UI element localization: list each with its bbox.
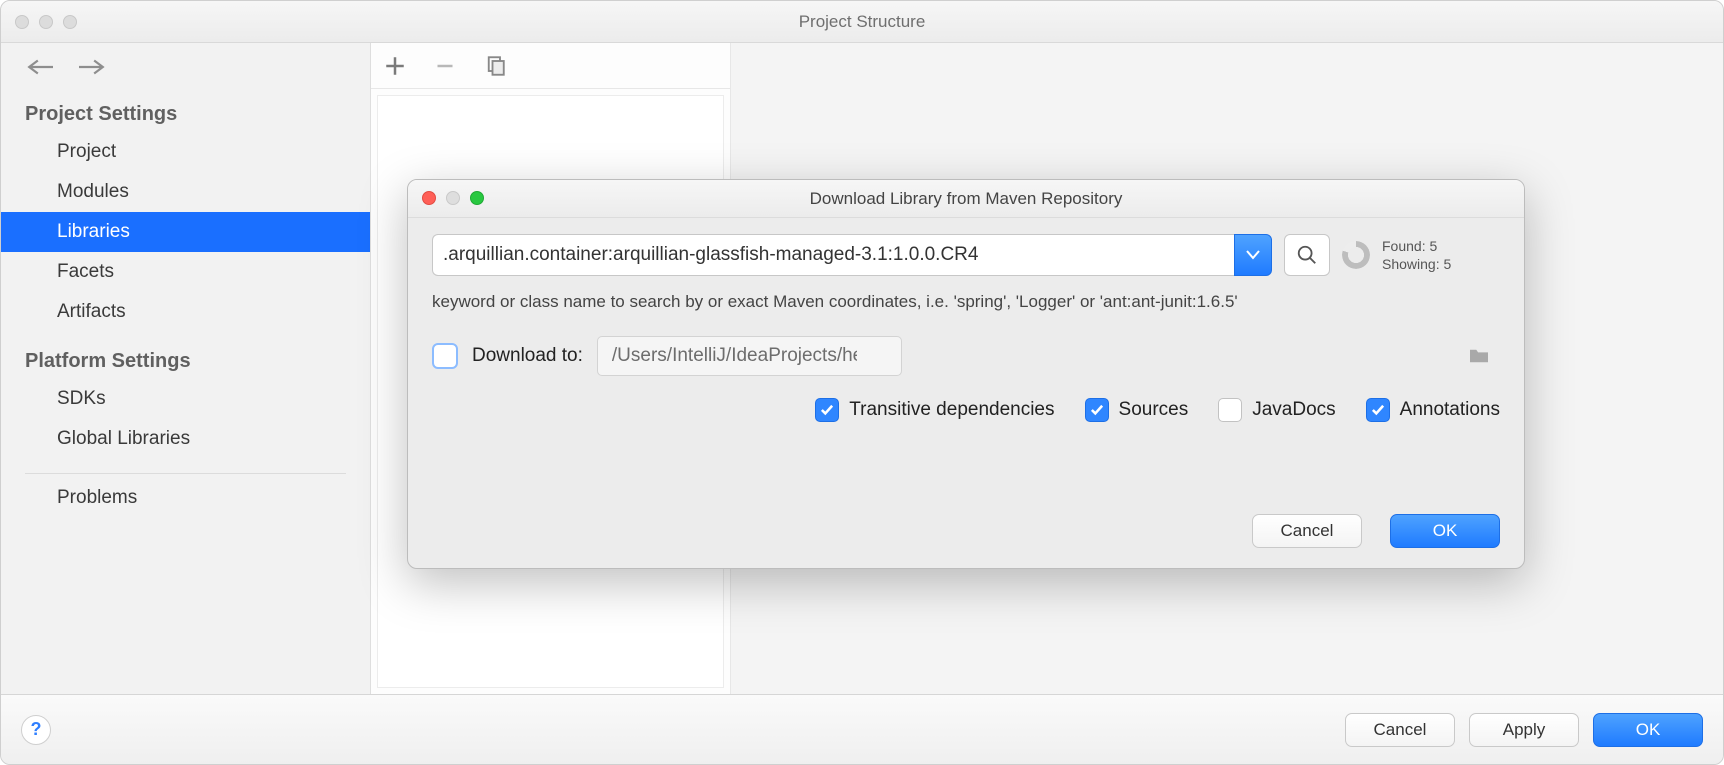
main-apply-button[interactable]: Apply (1469, 713, 1579, 747)
close-dot[interactable] (15, 15, 29, 29)
modal-traffic-lights (422, 191, 484, 205)
showing-value: 5 (1443, 256, 1451, 272)
modal-close-dot[interactable] (422, 191, 436, 205)
maven-search-input[interactable] (432, 234, 1234, 276)
group-header-platform-settings: Platform Settings (1, 332, 370, 379)
javadocs-checkbox[interactable] (1218, 398, 1242, 422)
download-path-input (597, 336, 902, 376)
sources-checkbox[interactable] (1085, 398, 1109, 422)
sidebar-item-libraries[interactable]: Libraries (1, 212, 370, 252)
sidebar-item-modules[interactable]: Modules (1, 172, 370, 212)
main-titlebar: Project Structure (1, 1, 1723, 43)
sidebar-item-facets[interactable]: Facets (1, 252, 370, 292)
remove-library-button[interactable] (435, 56, 455, 76)
sidebar-item-global-libraries[interactable]: Global Libraries (1, 419, 370, 459)
main-ok-button[interactable]: OK (1593, 713, 1703, 747)
minimize-dot[interactable] (39, 15, 53, 29)
sidebar-item-artifacts[interactable]: Artifacts (1, 292, 370, 332)
project-structure-window: Project Structure Project Settings Proje… (0, 0, 1724, 765)
transitive-label: Transitive dependencies (849, 399, 1054, 421)
found-label: Found: (1382, 238, 1426, 254)
sidebar-item-project[interactable]: Project (1, 132, 370, 172)
loading-spinner-icon (1342, 241, 1370, 269)
modal-ok-button[interactable]: OK (1390, 514, 1500, 548)
showing-label: Showing: (1382, 256, 1440, 272)
modal-titlebar: Download Library from Maven Repository (408, 180, 1524, 218)
modal-minimize-dot[interactable] (446, 191, 460, 205)
sidebar-item-problems[interactable]: Problems (1, 478, 370, 518)
sidebar: Project Settings Project Modules Librari… (1, 43, 371, 694)
sources-label: Sources (1119, 399, 1189, 421)
found-value: 5 (1429, 238, 1437, 254)
download-to-checkbox[interactable] (432, 343, 458, 369)
copy-library-button[interactable] (485, 56, 505, 76)
main-window-title: Project Structure (799, 12, 926, 32)
search-button[interactable] (1284, 234, 1330, 276)
sidebar-item-sdks[interactable]: SDKs (1, 379, 370, 419)
annotations-checkbox[interactable] (1366, 398, 1390, 422)
modal-title: Download Library from Maven Repository (810, 189, 1123, 209)
search-combo (432, 234, 1272, 276)
download-library-dialog: Download Library from Maven Repository F… (407, 179, 1525, 569)
annotations-label: Annotations (1400, 399, 1500, 421)
result-counts: Found: 5 Showing: 5 (1382, 237, 1451, 273)
javadocs-label: JavaDocs (1252, 399, 1335, 421)
transitive-checkbox[interactable] (815, 398, 839, 422)
main-footer: ? Cancel Apply OK (1, 694, 1723, 764)
main-cancel-button[interactable]: Cancel (1345, 713, 1455, 747)
main-traffic-lights (15, 15, 77, 29)
help-button[interactable]: ? (21, 715, 51, 745)
sidebar-separator (25, 473, 346, 474)
search-hint: keyword or class name to search by or ex… (432, 292, 1500, 312)
back-button[interactable] (27, 57, 53, 77)
browse-folder-icon[interactable] (1468, 347, 1490, 365)
add-library-button[interactable] (385, 56, 405, 76)
search-icon (1296, 244, 1318, 266)
search-dropdown-button[interactable] (1234, 234, 1272, 276)
modal-zoom-dot[interactable] (470, 191, 484, 205)
modal-cancel-button[interactable]: Cancel (1252, 514, 1362, 548)
library-toolbar (371, 43, 730, 89)
zoom-dot[interactable] (63, 15, 77, 29)
download-to-label: Download to: (472, 345, 583, 367)
group-header-project-settings: Project Settings (1, 85, 370, 132)
forward-button[interactable] (79, 57, 105, 77)
